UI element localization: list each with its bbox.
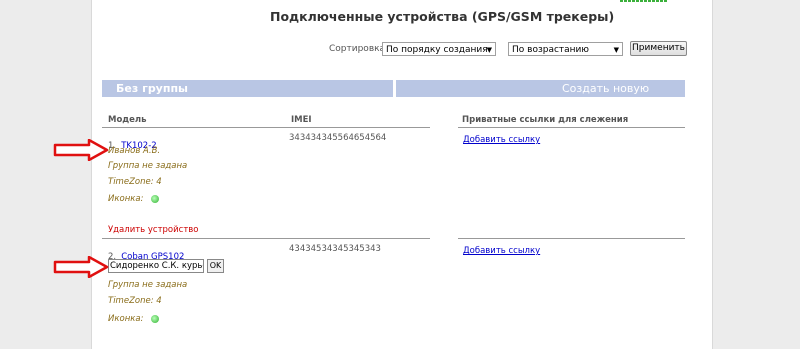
create-group-link[interactable]: Создать новую группу (562, 82, 685, 108)
sort-label: Сортировка: (329, 44, 389, 54)
row-divider (458, 238, 685, 239)
add-link-button[interactable]: Добавить ссылку (463, 246, 540, 256)
indicator-segment (660, 0, 663, 2)
device-owner[interactable]: Иванов А.В. (108, 146, 160, 156)
page-title: Подключенные устройства (GPS/GSM трекеры… (270, 9, 615, 24)
sort-direction-select[interactable]: По возрастанию ▼ (508, 42, 623, 56)
indicator-segment (624, 0, 627, 2)
status-indicator (620, 0, 667, 2)
chevron-down-icon: ▼ (486, 46, 492, 54)
group-header: Без группы Создать новую группу (102, 80, 685, 108)
column-header-links: Приватные ссылки для слежения (462, 115, 629, 125)
group-name: Без группы (116, 82, 189, 95)
indicator-segment (644, 0, 647, 2)
owner-name-input[interactable]: Сидоренко С.К. курьер (108, 259, 204, 273)
sort-order-value: По порядку создания (386, 45, 488, 55)
device-timezone: TimeZone: 4 (108, 177, 162, 187)
indicator-segment (652, 0, 655, 2)
indicator-segment (640, 0, 643, 2)
device-icon-label: Иконка: (108, 314, 144, 324)
green-dot-icon[interactable] (151, 315, 159, 323)
group-bar-divider (393, 80, 396, 97)
red-arrow-icon (53, 256, 109, 278)
indicator-segment (648, 0, 651, 2)
indicator-segment (620, 0, 623, 2)
delete-device-link[interactable]: Удалить устройство (108, 225, 199, 235)
row-divider (102, 238, 430, 239)
add-link-button[interactable]: Добавить ссылку (463, 135, 540, 145)
header-divider (458, 127, 685, 128)
apply-button[interactable]: Применить (630, 41, 687, 56)
chevron-down-icon: ▼ (613, 46, 619, 54)
device-timezone: TimeZone: 4 (108, 296, 162, 306)
column-header-model: Модель (108, 115, 147, 125)
indicator-segment (636, 0, 639, 2)
header-divider (102, 127, 430, 128)
ok-button[interactable]: OK (207, 259, 224, 273)
device-imei: 43434534345345343 (289, 244, 381, 254)
indicator-segment (664, 0, 667, 2)
green-dot-icon[interactable] (151, 195, 159, 203)
indicator-segment (632, 0, 635, 2)
sort-order-select[interactable]: По порядку создания ▼ (382, 42, 496, 56)
device-imei: 343434345564654564 (289, 133, 387, 143)
device-group: Группа не задана (108, 280, 188, 290)
column-header-imei: IMEI (291, 115, 312, 125)
device-icon-label: Иконка: (108, 194, 144, 204)
indicator-segment (628, 0, 631, 2)
indicator-segment (656, 0, 659, 2)
sort-direction-value: По возрастанию (512, 45, 589, 55)
red-arrow-icon (53, 139, 109, 161)
device-group: Группа не задана (108, 161, 188, 171)
